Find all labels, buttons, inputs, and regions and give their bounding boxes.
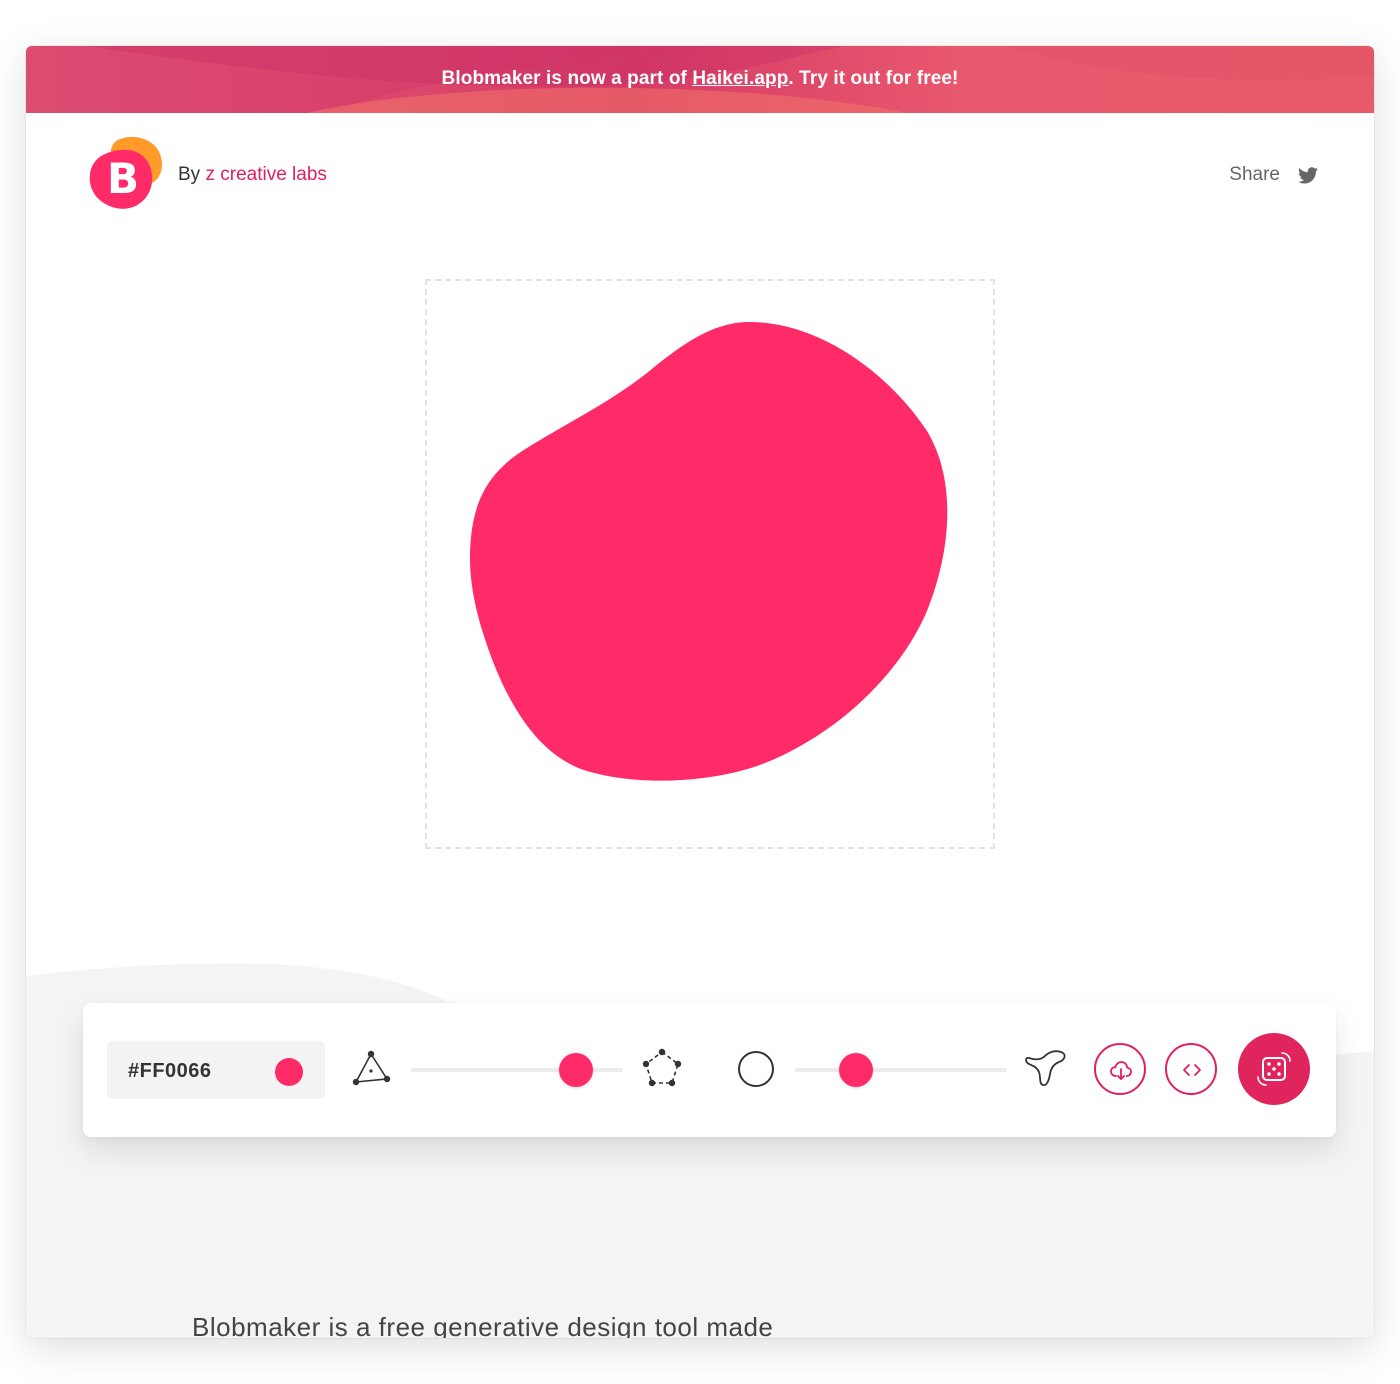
banner-message: Blobmaker is now a part of Haikei.app. T…: [26, 68, 1374, 90]
description-text: Blobmaker is a free generative design to…: [192, 1312, 774, 1338]
complexity-slider-thumb[interactable]: [559, 1053, 594, 1087]
banner-text-after: . Try it out for free!: [788, 68, 959, 89]
haikei-link[interactable]: Haikei.app: [692, 68, 788, 89]
color-picker[interactable]: #FF0066: [107, 1041, 325, 1099]
twitter-icon[interactable]: [1298, 167, 1318, 184]
circle-shape-icon: [738, 1051, 774, 1087]
cloud-download-icon: [1110, 1061, 1132, 1080]
toolbar: #FF0066: [83, 1003, 1336, 1137]
dice-icon: [1257, 1052, 1291, 1086]
contrast-slider[interactable]: [795, 1068, 1007, 1072]
promo-banner: Blobmaker is now a part of Haikei.app. T…: [26, 46, 1374, 113]
byline: By z creative labs: [178, 164, 327, 186]
blobmaker-logo[interactable]: B: [88, 136, 164, 212]
download-button[interactable]: [1094, 1043, 1146, 1095]
color-hex-value[interactable]: #FF0066: [128, 1060, 212, 1083]
contrast-slider-thumb[interactable]: [839, 1053, 874, 1087]
code-brackets-icon: [1183, 1064, 1201, 1076]
blob-canvas: [425, 279, 995, 849]
blob-shape: [469, 321, 948, 781]
spiky-blob-icon: [1025, 1050, 1066, 1086]
header: B By z creative labs Share: [26, 113, 1374, 243]
pentagon-points-icon: [642, 1048, 682, 1087]
by-label: By: [178, 164, 201, 185]
view-code-button[interactable]: [1165, 1043, 1217, 1095]
app-window: Blobmaker is now a part of Haikei.app. T…: [26, 46, 1374, 1338]
triangle-points-icon: [352, 1050, 391, 1086]
banner-text-before: Blobmaker is now a part of: [441, 68, 693, 89]
brand-link[interactable]: z creative labs: [205, 164, 326, 185]
color-swatch[interactable]: [275, 1058, 303, 1086]
randomize-button[interactable]: [1238, 1033, 1310, 1105]
share-label[interactable]: Share: [1229, 164, 1280, 186]
svg-text:B: B: [107, 154, 139, 203]
